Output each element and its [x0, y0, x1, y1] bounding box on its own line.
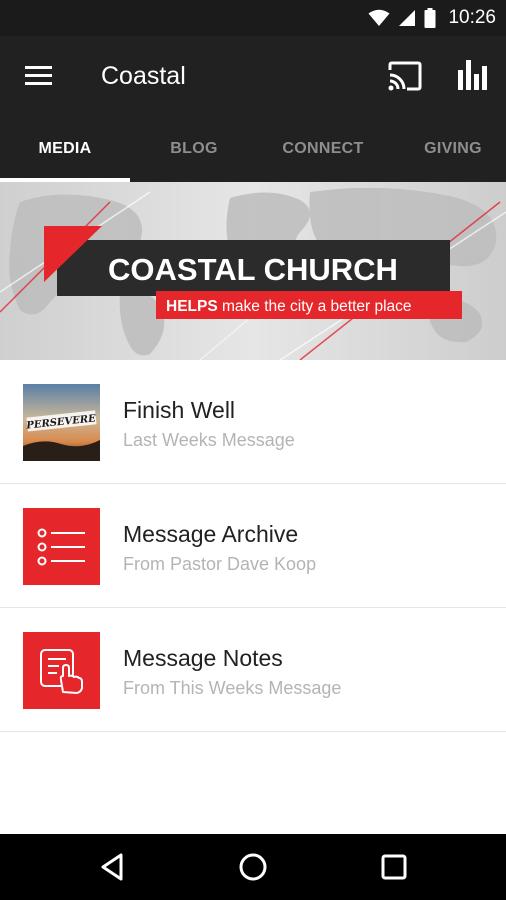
menu-icon	[25, 66, 52, 85]
list-item-title: Message Notes	[123, 645, 283, 671]
list-item-title: Finish Well	[123, 397, 236, 423]
status-bar: 10:26	[0, 0, 506, 36]
sermon-artwork-thumbnail: PERSEVERE	[23, 384, 100, 461]
home-icon	[239, 853, 267, 881]
banner-tagline-rest: make the city a better place	[222, 298, 412, 315]
list-item-finish-well[interactable]: PERSEVERE Finish Well Last Weeks Message	[0, 360, 506, 484]
list-item-subtitle: From This Weeks Message	[123, 678, 342, 698]
bar-chart-icon	[458, 60, 487, 90]
stats-button[interactable]	[456, 58, 490, 92]
tab-connect[interactable]: CONNECT	[258, 116, 388, 182]
tab-bar: MEDIA BLOG CONNECT GIVING	[0, 116, 506, 182]
app-bar: Coastal	[0, 36, 506, 116]
cast-button[interactable]	[387, 61, 423, 91]
menu-button[interactable]	[24, 62, 54, 90]
recents-button[interactable]	[378, 851, 410, 883]
list-item-subtitle: Last Weeks Message	[123, 430, 295, 450]
banner-tagline: HELPS make the city a better place	[166, 298, 412, 315]
banner-tagline-bold: HELPS	[166, 298, 218, 315]
recents-icon	[381, 854, 407, 880]
message-archive-thumbnail	[23, 508, 100, 585]
list-item-subtitle: From Pastor Dave Koop	[123, 554, 317, 574]
list-item-message-archive[interactable]: Message Archive From Pastor Dave Koop	[0, 484, 506, 608]
battery-icon	[424, 8, 436, 28]
banner-graphic: COASTAL CHURCH HELPS make the city a bet…	[0, 182, 506, 360]
touch-notes-icon	[39, 648, 83, 694]
banner-headline: COASTAL CHURCH	[108, 252, 398, 287]
home-button[interactable]	[237, 851, 269, 883]
list-item-title: Message Archive	[123, 521, 299, 547]
cast-icon	[388, 61, 422, 91]
list-icon	[37, 528, 85, 565]
status-icons: 10:26	[368, 0, 496, 36]
app-title: Coastal	[101, 62, 186, 90]
tab-giving[interactable]: GIVING	[388, 116, 506, 182]
church-banner[interactable]: COASTAL CHURCH HELPS make the city a bet…	[0, 182, 506, 360]
system-nav-bar	[0, 834, 506, 900]
sermon-artwork: PERSEVERE	[23, 384, 100, 461]
tab-media[interactable]: MEDIA	[0, 116, 130, 182]
back-icon	[101, 853, 123, 881]
wifi-icon	[368, 9, 390, 26]
message-notes-thumbnail	[23, 632, 100, 709]
list-item-message-notes[interactable]: Message Notes From This Weeks Message	[0, 608, 506, 732]
tab-blog[interactable]: BLOG	[130, 116, 258, 182]
status-time: 10:26	[448, 7, 496, 28]
signal-icon	[399, 10, 416, 26]
back-button[interactable]	[97, 851, 129, 883]
